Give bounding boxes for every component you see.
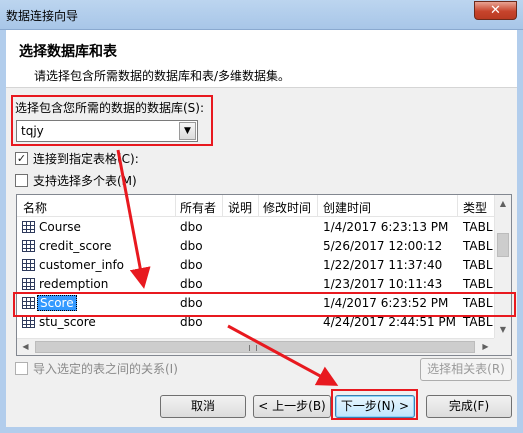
annotation-arrows — [116, 149, 339, 386]
arrow-to-score-row — [116, 149, 151, 289]
arrow-to-next-button — [227, 324, 339, 386]
